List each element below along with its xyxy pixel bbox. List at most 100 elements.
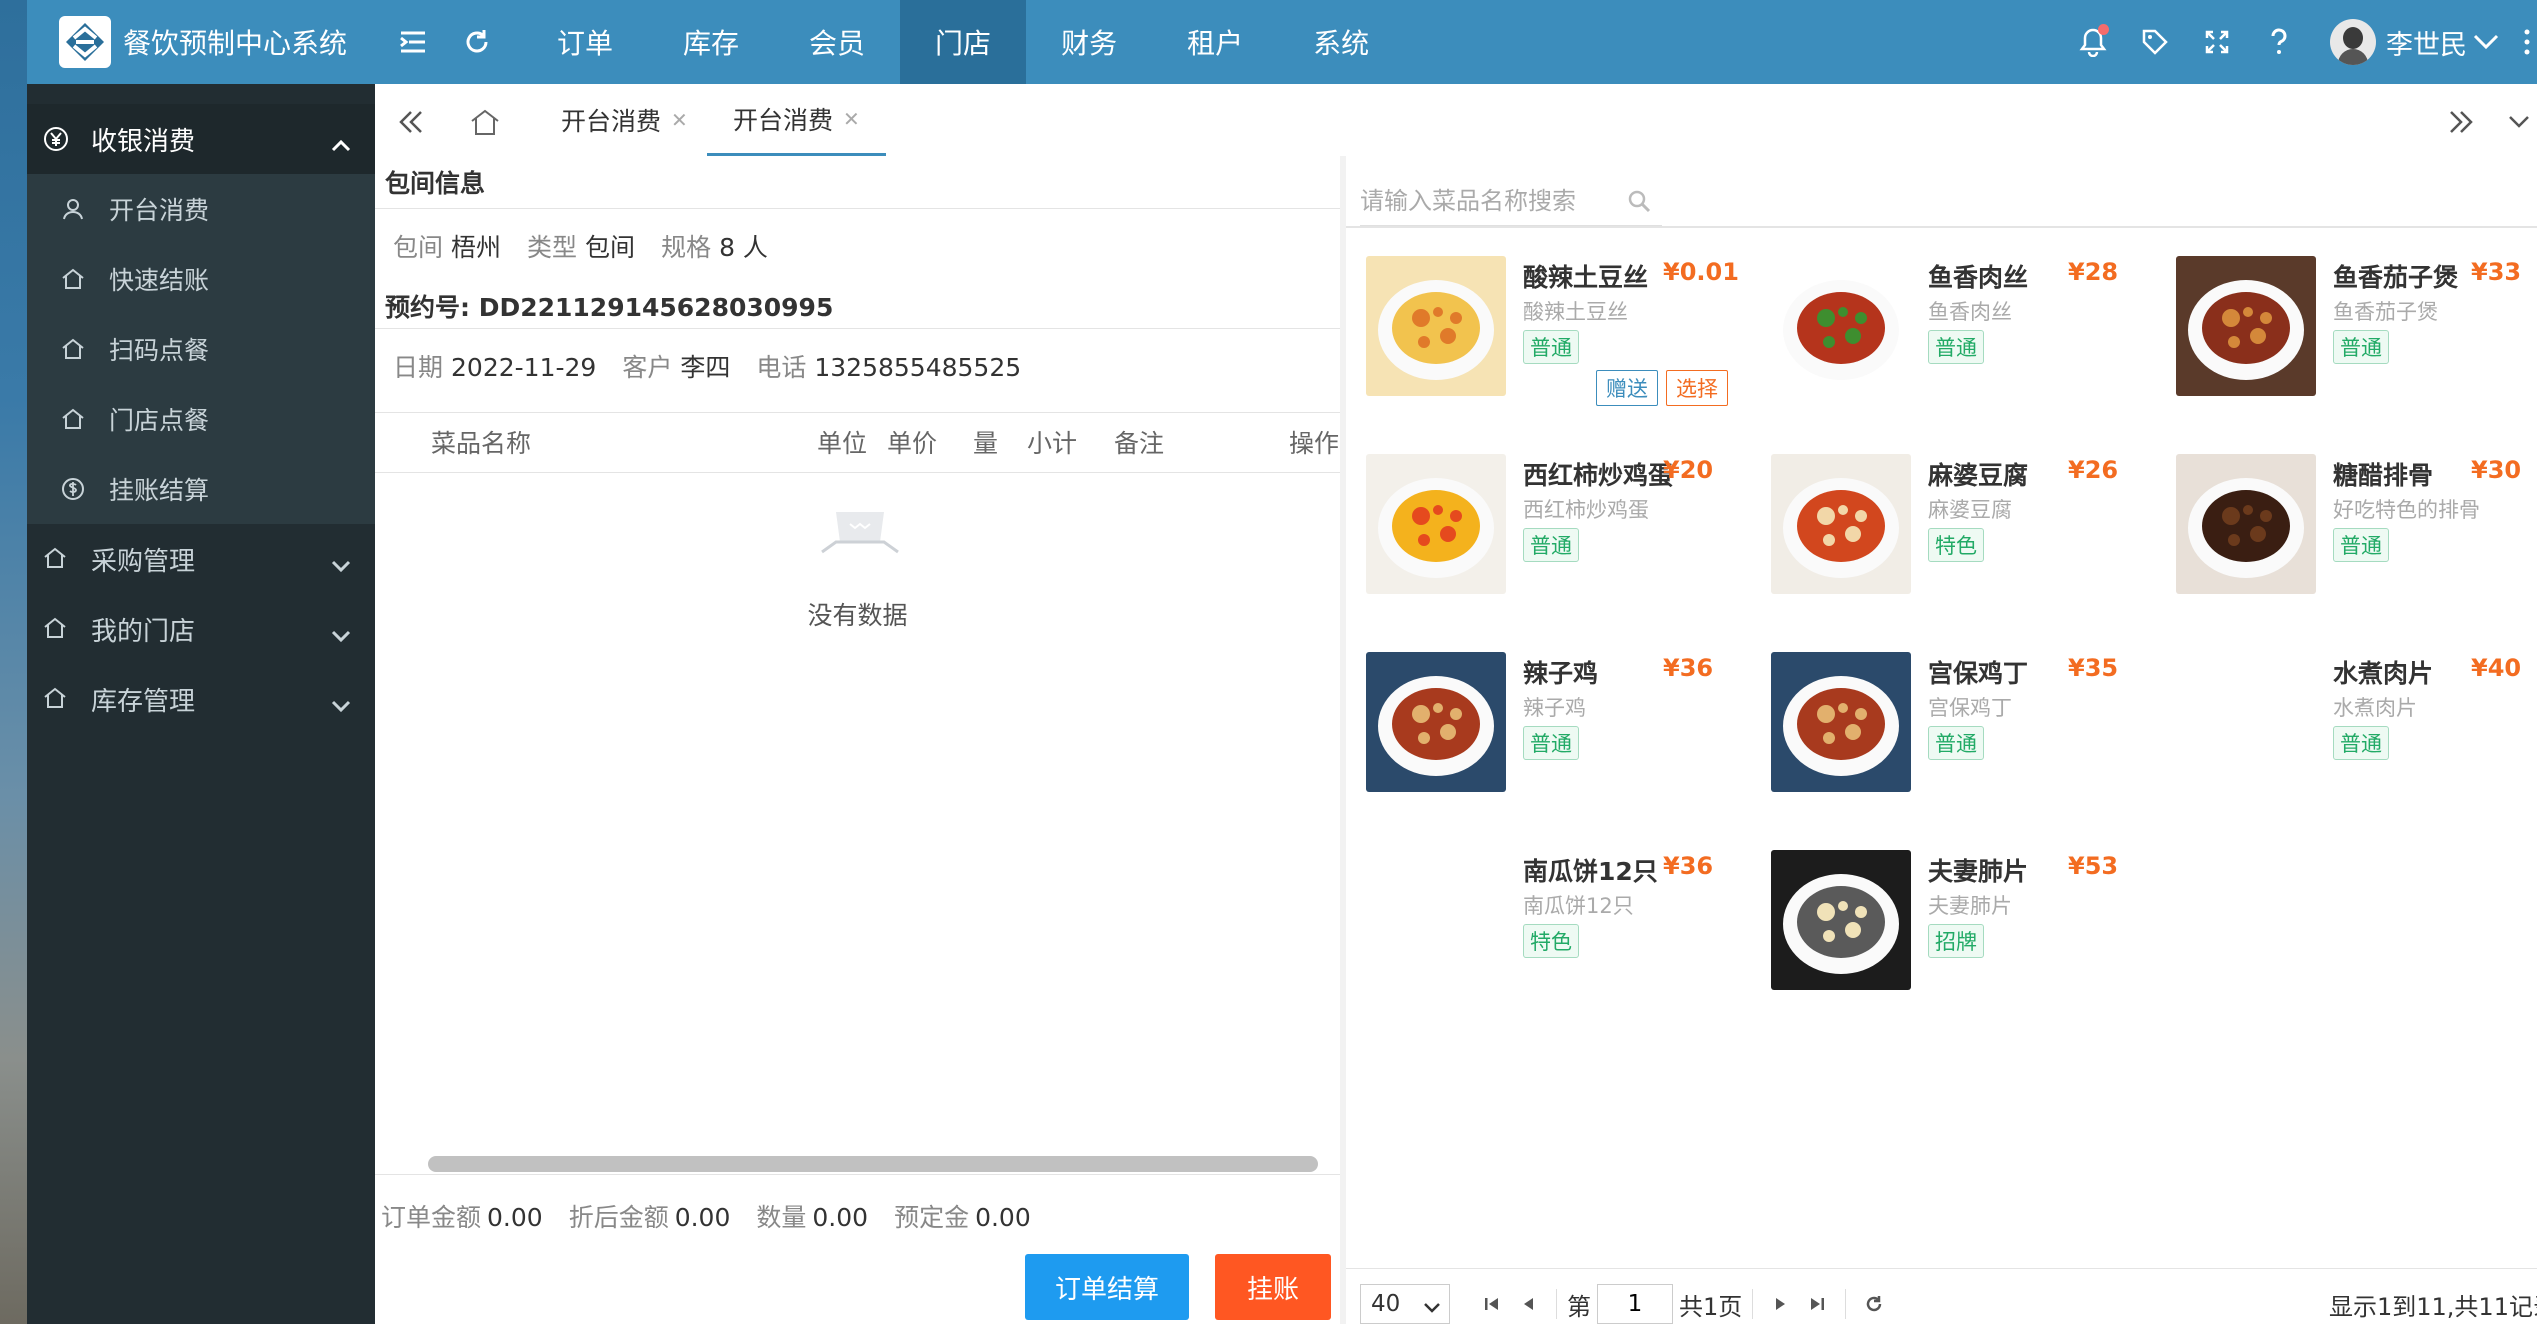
date-label: 日期 [393,353,444,382]
help-icon[interactable] [2257,20,2301,64]
sidebar-group-inventory[interactable]: 库存管理 [27,664,375,734]
dish-search-input[interactable] [1360,186,1610,215]
nav-store[interactable]: 门店 [900,0,1027,84]
horizontal-scrollbar[interactable] [428,1156,1318,1172]
dish-tag: 普通 [1523,330,1579,364]
more-vertical-icon[interactable] [2517,20,2537,64]
sidebar-item-label: 门店点餐 [109,406,210,435]
nav-system[interactable]: 系统 [1278,0,1404,84]
menu-toggle-icon[interactable] [391,20,435,64]
tag-icon[interactable] [2133,20,2177,64]
room-label: 包间 [393,233,444,262]
tab-open-table-1[interactable]: 开台消费 ✕ [553,84,696,156]
dish-price: ¥26 [2068,456,2119,484]
sidebar-group-cashier[interactable]: 收银消费 [27,104,375,174]
sidebar-group-purchase[interactable]: 采购管理 [27,524,375,594]
room-info-row: 包间 梧州 类型 包间 规格 8 人 [393,228,768,264]
close-icon[interactable]: ✕ [843,107,860,131]
sidebar-item-store-order[interactable]: 门店点餐 [27,384,375,454]
column-qty[interactable]: 量 [973,424,998,460]
column-unit[interactable]: 单位 [817,424,867,460]
dish-price: ¥20 [1663,456,1714,484]
dish-desc: 鱼香茄子煲 [2333,300,2438,324]
sidebar-group-label: 收银消费 [91,126,196,157]
dish-card[interactable]: 麻婆豆腐 ¥26 麻婆豆腐 特色 [1751,454,2151,634]
dish-card[interactable]: 夫妻肺片 ¥53 夫妻肺片 招牌 [1751,850,2151,1030]
nav-tenant[interactable]: 租户 [1152,0,1278,84]
column-action[interactable]: 操作 [1289,424,1339,460]
nav-orders[interactable]: 订单 [522,0,648,84]
nav-members[interactable]: 会员 [774,0,900,84]
dish-search [1360,176,1662,226]
select-button[interactable]: 选择 [1666,370,1728,406]
dish-desc: 麻婆豆腐 [1928,498,2012,522]
tab-label: 开台消费 [733,105,834,135]
divider [375,208,1340,209]
order-panel: 包间信息 包间 梧州 类型 包间 规格 8 人 预约号: DD22112914562803… [375,156,1340,1324]
refresh-icon[interactable] [455,20,499,64]
home-icon [61,337,85,367]
checkout-button[interactable]: 订单结算 [1025,1254,1189,1320]
column-subtotal[interactable]: 小计 [1027,424,1077,460]
search-icon[interactable] [1626,188,1652,218]
menu-panel: 酸辣土豆丝¥0.01酸辣土豆丝普通赠送选择鱼香肉丝¥28鱼香肉丝普通鱼香茄子煲¥… [1346,156,2537,1324]
tabs-dropdown-icon[interactable] [2499,102,2537,142]
user-menu[interactable]: 李世民 [2330,18,2499,66]
column-remark[interactable]: 备注 [1114,424,1164,460]
dish-tag: 特色 [1928,528,1984,562]
dish-card[interactable]: 宫保鸡丁 ¥35 宫保鸡丁 普通 [1751,652,2151,832]
dish-image [1366,454,1506,594]
close-icon[interactable]: ✕ [671,108,688,132]
sidebar-item-scan-order[interactable]: 扫码点餐 [27,314,375,384]
chevron-down-icon [1423,1295,1441,1321]
page-number-input[interactable] [1597,1284,1673,1324]
sidebar-item-quick-checkout[interactable]: 快速结账 [27,244,375,314]
sidebar-group-my-store[interactable]: 我的门店 [27,594,375,664]
column-price[interactable]: 单价 [887,424,937,460]
dish-tag: 普通 [2333,726,2389,760]
bell-icon[interactable] [2071,20,2115,64]
tabs-scroll-right-icon[interactable] [2441,102,2481,142]
credit-button[interactable]: 挂账 [1215,1254,1331,1320]
tabs-scroll-left-icon[interactable] [391,102,431,142]
dish-card[interactable]: 南瓜饼12只 ¥36 南瓜饼12只 特色 [1346,850,1746,1030]
column-dish-name[interactable]: 菜品名称 [431,424,531,460]
sidebar-item-credit-settle[interactable]: 挂账结算 [27,454,375,524]
fullscreen-icon[interactable] [2195,20,2239,64]
next-page-icon[interactable] [1763,1286,1799,1322]
dish-image [1366,256,1506,396]
dish-card[interactable]: 酸辣土豆丝 ¥0.01 酸辣土豆丝 普通 赠送 选择 [1346,256,1746,436]
home-tab-icon[interactable] [465,102,505,142]
dish-desc: 辣子鸡 [1523,696,1586,720]
dish-desc: 西红柿炒鸡蛋 [1523,498,1649,522]
dish-name: 西红柿炒鸡蛋 [1523,461,1674,490]
prev-page-icon[interactable] [1510,1286,1546,1322]
nav-inventory[interactable]: 库存 [648,0,774,84]
dish-card[interactable]: 鱼香肉丝 ¥28 鱼香肉丝 普通 [1751,256,2151,436]
reload-icon[interactable] [1856,1286,1892,1322]
top-navbar: 餐饮预制中心系统 订单 库存 会员 门店 财务 租户 系统 李世民 [27,0,2537,84]
section-title: 包间信息 [385,169,486,198]
type-value: 包间 [585,233,636,262]
dish-desc: 酸辣土豆丝 [1523,300,1628,324]
pagination: 40 第 共1页 [1360,1278,1892,1324]
dish-card[interactable]: 辣子鸡 ¥36 辣子鸡 普通 [1346,652,1746,832]
home-icon [43,686,67,717]
tab-open-table-2[interactable]: 开台消费 ✕ [707,84,886,156]
dish-price: ¥40 [2471,654,2522,682]
dish-card[interactable]: 鱼香茄子煲 ¥33 鱼香茄子煲 普通 [2156,256,2537,436]
first-page-icon[interactable] [1474,1286,1510,1322]
page-size-select[interactable]: 40 [1360,1284,1450,1324]
qty-label: 数量 [756,1203,807,1232]
sidebar-group-label: 库存管理 [91,686,196,717]
dish-card[interactable]: 水煮肉片 ¥40 水煮肉片 普通 [2156,652,2537,832]
app-logo[interactable]: 餐饮预制中心系统 [59,16,347,68]
qty-value: 0.00 [812,1203,869,1232]
last-page-icon[interactable] [1799,1286,1835,1322]
home-icon [61,407,85,437]
nav-finance[interactable]: 财务 [1026,0,1152,84]
give-button[interactable]: 赠送 [1596,370,1658,406]
sidebar-item-open-table[interactable]: 开台消费 [27,174,375,244]
dish-card[interactable]: 糖醋排骨 ¥30 好吃特色的排骨 普通 [2156,454,2537,634]
dish-card[interactable]: 西红柿炒鸡蛋 ¥20 西红柿炒鸡蛋 普通 [1346,454,1746,634]
